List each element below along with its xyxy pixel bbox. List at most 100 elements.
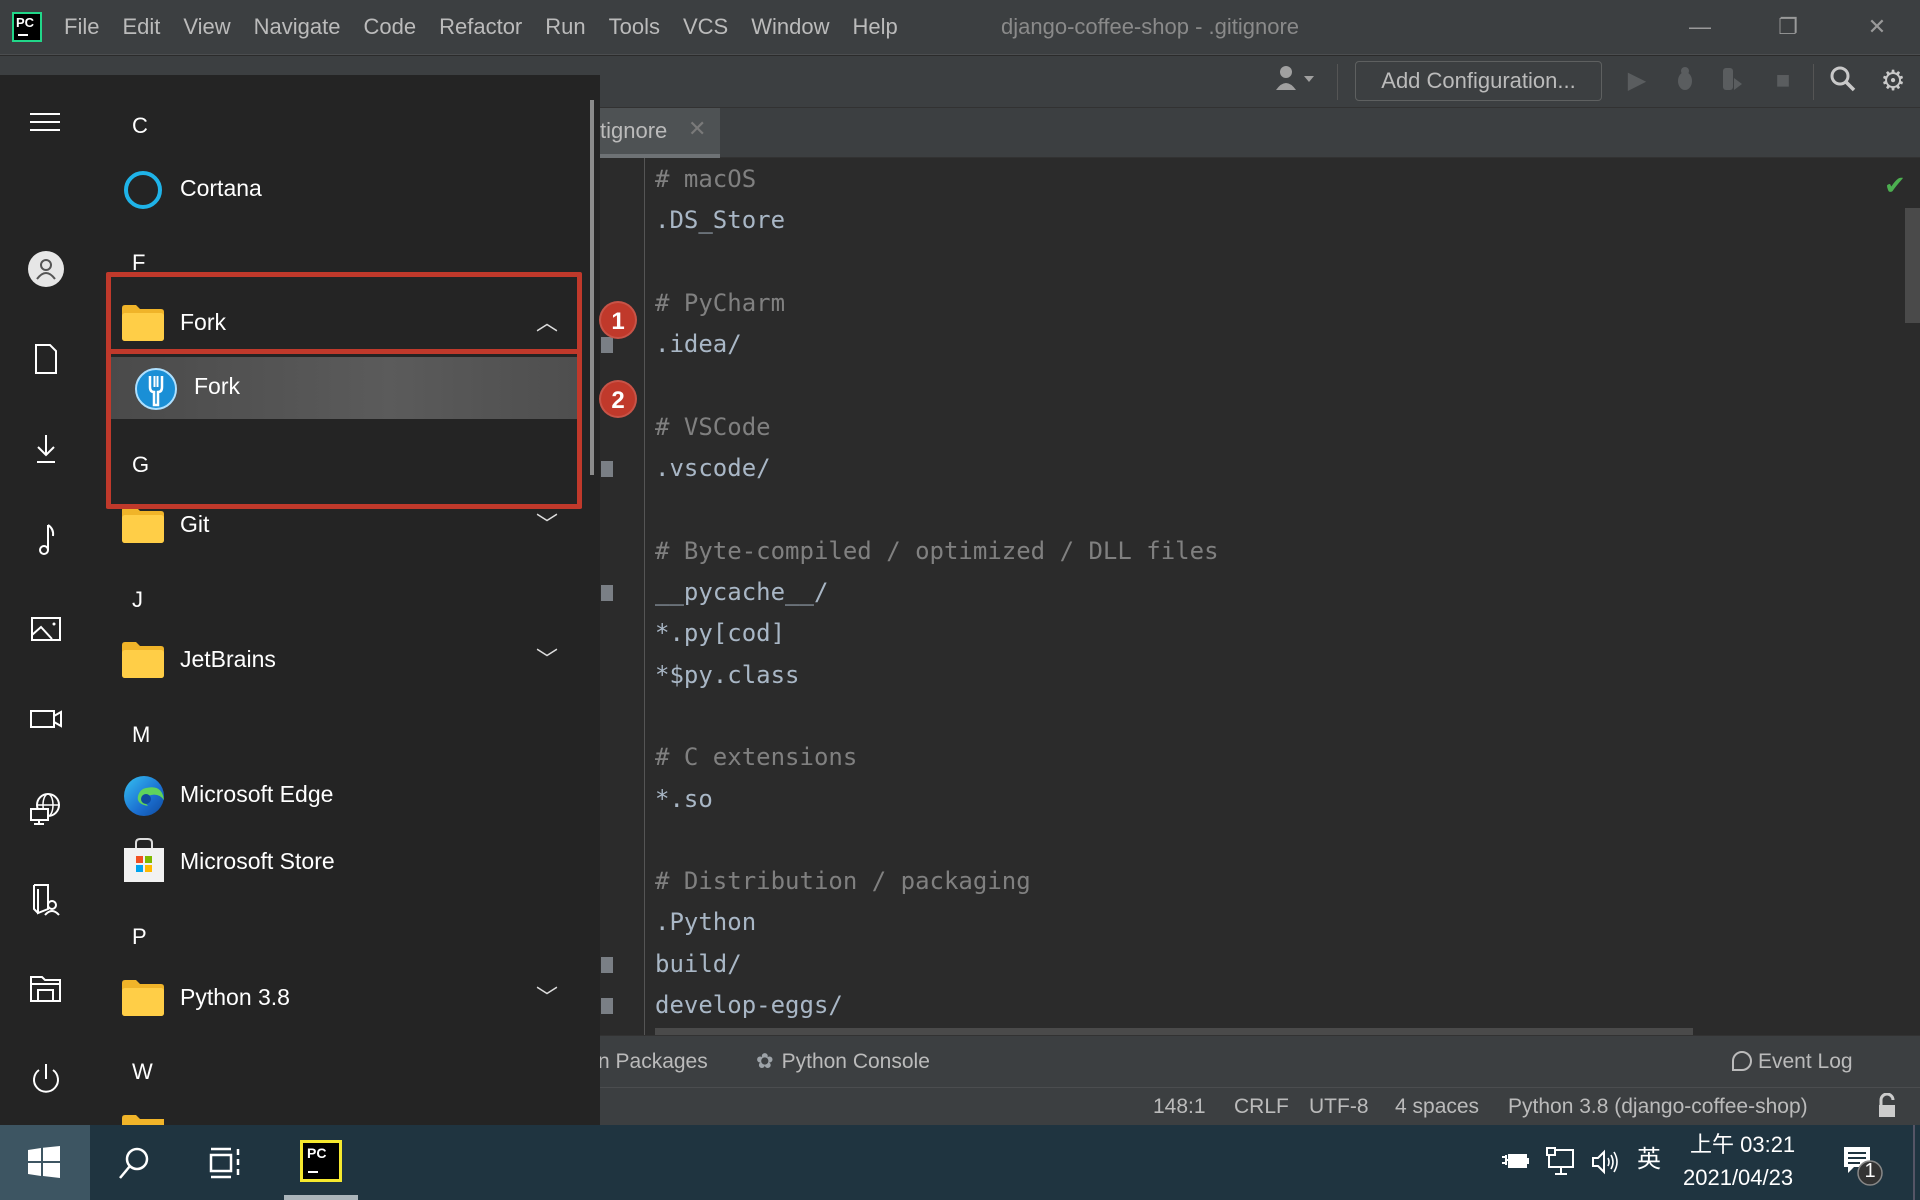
start-button[interactable] bbox=[0, 1125, 90, 1200]
menu-tools[interactable]: Tools bbox=[609, 12, 660, 42]
minimize-button[interactable]: — bbox=[1675, 10, 1725, 44]
tool-tab-event-log[interactable]: Event Log bbox=[1732, 1048, 1853, 1076]
code-line[interactable]: .Python bbox=[655, 907, 756, 937]
gutter-change-marker[interactable] bbox=[601, 956, 613, 973]
folder-python-3-8[interactable]: Python 3.8 ﹀ bbox=[108, 968, 578, 1030]
start-menu-scrollbar[interactable] bbox=[590, 100, 594, 475]
tool-tab-packages[interactable]: n Packages bbox=[598, 1048, 708, 1076]
code-comment-line[interactable]: # PyCharm bbox=[655, 288, 785, 318]
code-line[interactable]: *.py[cod] bbox=[655, 618, 785, 648]
menu-window[interactable]: Window bbox=[751, 12, 829, 42]
search-icon[interactable] bbox=[115, 1143, 155, 1183]
coverage-icon[interactable] bbox=[1718, 64, 1748, 98]
code-line[interactable]: develop-eggs/ bbox=[655, 990, 843, 1020]
menu-refactor[interactable]: Refactor bbox=[439, 12, 522, 42]
toolbar-separator bbox=[1813, 64, 1814, 100]
ime-indicator[interactable]: 英 bbox=[1637, 1147, 1661, 1173]
close-button[interactable]: ✕ bbox=[1852, 10, 1902, 44]
indent-setting[interactable]: 4 spaces bbox=[1395, 1093, 1479, 1121]
hamburger-menu-icon[interactable] bbox=[26, 107, 66, 147]
code-comment-line[interactable]: # macOS bbox=[655, 164, 756, 194]
pictures-icon[interactable] bbox=[26, 609, 66, 649]
music-icon[interactable] bbox=[26, 519, 66, 559]
gutter-divider bbox=[644, 158, 645, 1035]
section-letter-j[interactable]: J bbox=[132, 587, 143, 613]
tab-close-icon[interactable]: ✕ bbox=[688, 116, 706, 142]
chevron-down-icon[interactable]: ﹀ bbox=[536, 980, 558, 1012]
section-letter-p[interactable]: P bbox=[132, 924, 147, 950]
folder-icon bbox=[122, 507, 164, 543]
chevron-down-icon[interactable]: ﹀ bbox=[536, 507, 558, 539]
python-interpreter[interactable]: Python 3.8 (django-coffee-shop) bbox=[1508, 1093, 1808, 1121]
action-center-icon[interactable]: 1 bbox=[1842, 1145, 1886, 1189]
code-line[interactable]: .DS_Store bbox=[655, 205, 785, 235]
chevron-down-icon[interactable]: ﹀ bbox=[536, 642, 558, 674]
code-line[interactable]: .vscode/ bbox=[655, 453, 771, 483]
inspection-ok-icon[interactable]: ✔ bbox=[1884, 170, 1906, 201]
code-line[interactable]: *$py.class bbox=[655, 660, 800, 690]
menu-vcs[interactable]: VCS bbox=[683, 12, 728, 42]
code-line[interactable]: .idea/ bbox=[655, 329, 742, 359]
section-letter-w[interactable]: W bbox=[132, 1059, 153, 1085]
settings-gear-icon[interactable]: ⚙ bbox=[1876, 64, 1910, 98]
app-microsoft-store[interactable]: Microsoft Store bbox=[108, 832, 578, 894]
power-icon[interactable] bbox=[26, 1059, 66, 1099]
tab-label: tignore bbox=[600, 118, 668, 143]
lock-icon[interactable] bbox=[1876, 1092, 1898, 1127]
line-separator[interactable]: CRLF bbox=[1234, 1093, 1289, 1121]
app-microsoft-edge[interactable]: Microsoft Edge bbox=[108, 765, 578, 827]
menu-run[interactable]: Run bbox=[545, 12, 585, 42]
code-comment-line[interactable]: # Distribution / packaging bbox=[655, 866, 1031, 896]
file-explorer-icon[interactable] bbox=[26, 969, 66, 1009]
section-letter-c[interactable]: C bbox=[132, 113, 148, 139]
gutter-change-marker[interactable] bbox=[601, 461, 613, 478]
add-configuration-button[interactable]: Add Configuration... bbox=[1355, 61, 1602, 101]
section-letter-m[interactable]: M bbox=[132, 722, 150, 748]
task-view-icon[interactable] bbox=[205, 1143, 245, 1183]
clock-time[interactable]: 上午 03:21 bbox=[1690, 1132, 1795, 1158]
network-icon[interactable] bbox=[26, 789, 66, 829]
videos-icon[interactable] bbox=[26, 699, 66, 739]
folder-jetbrains[interactable]: JetBrains ﹀ bbox=[108, 630, 578, 692]
downloads-icon[interactable] bbox=[26, 429, 66, 469]
tool-tab-python-console[interactable]: ✿ Python Console bbox=[756, 1048, 930, 1076]
app-cortana[interactable]: Cortana bbox=[108, 159, 578, 221]
user-avatar-icon[interactable] bbox=[26, 249, 66, 289]
caret-position[interactable]: 148:1 bbox=[1153, 1093, 1206, 1121]
gutter-change-marker[interactable] bbox=[601, 585, 613, 601]
file-encoding[interactable]: UTF-8 bbox=[1309, 1093, 1369, 1121]
debug-icon[interactable] bbox=[1670, 64, 1700, 98]
code-comment-line[interactable]: # Byte-compiled / optimized / DLL files bbox=[655, 536, 1219, 566]
gutter-change-marker[interactable] bbox=[601, 998, 613, 1014]
menu-view[interactable]: View bbox=[183, 12, 230, 42]
menu-code[interactable]: Code bbox=[364, 12, 417, 42]
show-desktop-button[interactable] bbox=[1913, 1125, 1915, 1200]
menu-help[interactable]: Help bbox=[852, 12, 897, 42]
gutter-change-marker[interactable] bbox=[601, 337, 613, 354]
code-comment-line[interactable]: # VSCode bbox=[655, 412, 771, 442]
code-line[interactable]: build/ bbox=[655, 949, 742, 979]
pycharm-logo-icon[interactable]: PC bbox=[12, 12, 42, 42]
window-title: django-coffee-shop - .gitignore bbox=[1001, 14, 1300, 39]
volume-icon[interactable] bbox=[1590, 1147, 1622, 1177]
battery-icon[interactable] bbox=[1500, 1149, 1530, 1175]
stop-icon[interactable]: ■ bbox=[1768, 64, 1798, 98]
pycharm-taskbar-icon[interactable]: PC bbox=[300, 1140, 342, 1182]
run-icon[interactable]: ▶ bbox=[1622, 64, 1652, 98]
menu-edit[interactable]: Edit bbox=[122, 12, 160, 42]
vcs-user-icon[interactable] bbox=[1268, 64, 1324, 98]
code-line[interactable]: *.so bbox=[655, 784, 713, 814]
title-bar: PC File Edit View Navigate Code Refactor… bbox=[0, 0, 1920, 55]
code-comment-line[interactable]: # C extensions bbox=[655, 742, 857, 772]
personal-folder-icon[interactable] bbox=[26, 879, 66, 919]
restore-button[interactable]: ❐ bbox=[1763, 10, 1813, 44]
documents-icon[interactable] bbox=[26, 339, 66, 379]
menu-file[interactable]: File bbox=[64, 12, 99, 42]
search-icon[interactable] bbox=[1826, 64, 1860, 98]
toolbar-separator bbox=[1337, 64, 1338, 100]
code-line[interactable]: __pycache__/ bbox=[655, 577, 828, 607]
vertical-scrollbar[interactable] bbox=[1905, 208, 1920, 323]
clock-date[interactable]: 2021/04/23 bbox=[1683, 1165, 1793, 1191]
network-status-icon[interactable] bbox=[1545, 1147, 1577, 1177]
menu-navigate[interactable]: Navigate bbox=[254, 12, 341, 42]
